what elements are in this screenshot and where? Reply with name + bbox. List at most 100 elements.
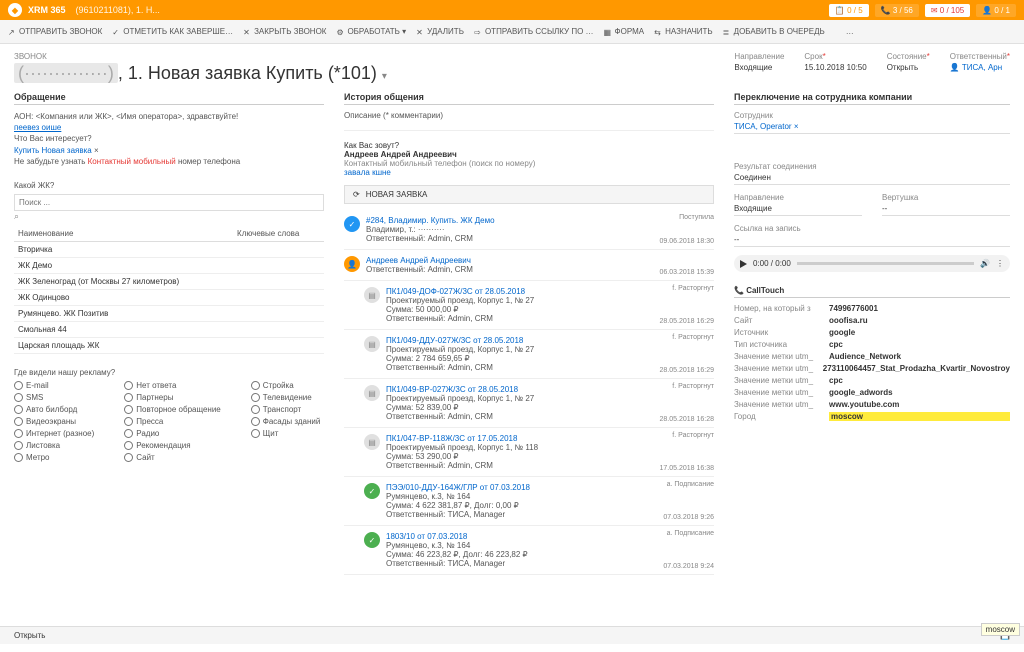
col-name[interactable]: Наименование [14,226,233,242]
direction-field[interactable]: Входящие [734,202,862,216]
cmd-button[interactable]: ✕УДАЛИТЬ [416,27,464,36]
radio-option[interactable]: Авто билборд [14,405,94,414]
feed-item[interactable]: 👤Андреев Андрей АндреевичОтветственный: … [344,250,714,281]
header-stat[interactable]: 👤 0 / 1 [976,4,1016,17]
volume-icon[interactable]: 🔊 [980,259,990,268]
section-transfer: Переключение на сотрудника компании [734,92,1010,105]
radio-option[interactable]: Нет ответа [124,381,221,390]
table-row[interactable]: Вторичка [14,241,324,257]
feed-item[interactable]: ✓#284, Владимир. Купить. ЖК ДемоВладимир… [344,210,714,250]
meta-value[interactable]: 15.10.2018 10:50 [804,63,866,72]
table-row[interactable]: Румянцево. ЖК Позитив [14,305,324,321]
radio-option[interactable]: Пресса [124,417,221,426]
ct-row: Значение метки utm_www.youtube.com [734,400,1010,409]
search-icon[interactable]: ⌕ [14,211,19,221]
ct-row: Сайтooofisa.ru [734,316,1010,325]
col-mid: История общения Описание (* комментарии)… [344,92,714,652]
feed-item[interactable]: ▤ПК1/049-ВР-027Ж/3С от 28.05.2018Проекти… [344,379,714,428]
header-stat[interactable]: 📋 0 / 5 [829,4,869,17]
meta-value[interactable]: Входящие [734,63,784,72]
breadcrumb-tab[interactable]: (9610211081), 1. Н... [76,5,160,15]
audio-player[interactable]: 0:00 / 0:00 🔊 ⋮ [734,255,1010,272]
radio-option[interactable]: Стройка [251,381,321,390]
table-row[interactable]: Царская площадь ЖК [14,337,324,353]
cmd-button[interactable]: ⇆НАЗНАЧИТЬ [654,27,713,36]
new-request-link[interactable]: Купить Новая заявка [14,146,92,155]
radio-option[interactable]: SMS [14,393,94,402]
new-request-tab[interactable]: ⟳ НОВАЯ ЗАЯВКА [344,185,714,204]
record-url-field[interactable]: -- [734,233,1010,247]
col-keywords[interactable]: Ключевые слова [233,226,324,242]
radio-option[interactable]: Телевидение [251,393,321,402]
table-row[interactable]: ЖК Зеленоград (от Москвы 27 километров) [14,273,324,289]
ct-row: Значение метки utm_273110064457_Stat_Pro… [734,364,1010,373]
ct-row: Значение метки utm_cpc [734,376,1010,385]
footer-status: Открыть [14,631,45,640]
feed-item[interactable]: ▤ПК1/049-ДОФ-027Ж/3С от 28.05.2018Проект… [344,281,714,330]
cmd-button[interactable]: ▦ФОРМА [604,27,645,36]
brand: XRM 365 [28,5,66,15]
meta-value[interactable]: Открыть [887,63,930,72]
radio-option[interactable]: E-mail [14,381,94,390]
page-header: ЗВОНОК (··············), 1. Новая заявка… [0,44,1024,92]
table-row[interactable]: ЖК Одинцово [14,289,324,305]
jk-search-input[interactable] [14,194,324,211]
radio-option[interactable]: Партнеры [124,393,221,402]
radio-option[interactable]: Сайт [124,453,221,462]
header-stat[interactable]: ✉ 0 / 105 [925,4,970,17]
cmd-button[interactable]: ⇨ОТПРАВИТЬ ССЫЛКУ ПО … [474,27,594,36]
radio-option[interactable]: Транспорт [251,405,321,414]
cmd-button[interactable]: ≣ДОБАВИТЬ В ОЧЕРЕДЬ [723,27,825,36]
radio-option[interactable]: Фасады зданий [251,417,321,426]
refresh-icon[interactable]: ⟳ [353,190,360,199]
radio-option[interactable]: Метро [14,453,94,462]
play-icon[interactable] [740,260,747,268]
calltouch-header: 📞 CallTouch [734,286,1010,298]
feed-item[interactable]: ✓ПЭЭ/010-ДДУ-164Ж/ГЛР от 07.03.2018Румян… [344,477,714,526]
meta-value[interactable]: 👤 ТИСА, Арн [950,63,1010,72]
jk-table: Наименование Ключевые слова ВторичкаЖК Д… [14,226,324,354]
radio-option[interactable]: Рекомендация [124,441,221,450]
command-bar: ↗ОТПРАВИТЬ ЗВОНОК ✓ОТМЕТИТЬ КАК ЗАВЕРШЕ… ✕… [0,20,1024,44]
cmd-button[interactable]: ⚙ОБРАБОТАТЬ ▾ [336,27,406,36]
feed-item[interactable]: ✓1803/10 от 07.03.2018Румянцево, к.3, № … [344,526,714,575]
ct-row: Значение метки utm_Audience_Network [734,352,1010,361]
ct-row: Городmoscow [734,412,1010,421]
more-icon[interactable]: ⋮ [996,259,1004,268]
vertushka-field[interactable]: -- [882,202,1010,216]
table-row[interactable]: Смольная 44 [14,321,324,337]
radio-option[interactable]: Повторное обращение [124,405,221,414]
ct-row: Значение метки utm_google_adwords [734,388,1010,397]
cmd-button[interactable]: ↗ОТПРАВИТЬ ЗВОНОК [8,27,102,36]
footer: Открыть 💾 [0,626,1024,644]
tooltip: moscow [981,623,1020,636]
ct-row: Номер, на который з74996776001 [734,304,1010,313]
cmd-button[interactable]: … [835,27,854,36]
which-jk-label: Какой ЖК? [14,181,324,190]
script-text: АОН: <Компания или ЖК>, <Имя оператора>,… [14,111,324,167]
chevron-down-icon[interactable]: ▾ [382,71,387,82]
radio-option[interactable]: Листовка [14,441,94,450]
result-field[interactable]: Соединен [734,171,1010,185]
phone-link[interactable]: завала кшне [344,168,391,177]
cmd-button[interactable]: ✓ОТМЕТИТЬ КАК ЗАВЕРШЕ… [112,27,233,36]
radio-option[interactable]: Видеоэкраны [14,417,94,426]
radio-option[interactable]: Интернет (разное) [14,429,94,438]
ct-row: Источникgoogle [734,328,1010,337]
section-appeal: Обращение [14,92,324,105]
col-left: Обращение АОН: <Компания или ЖК>, <Имя о… [14,92,324,652]
header-stat[interactable]: 📞 3 / 56 [875,4,919,17]
employee-link[interactable]: ТИСА, Operator × [734,120,1010,134]
radio-option[interactable]: Щит [251,429,321,438]
cmd-button[interactable]: ✕ЗАКРЫТЬ ЗВОНОК [243,27,326,36]
ad-source-label: Где видели нашу рекламу? [14,368,324,377]
topbar: ◆ XRM 365 (9610211081), 1. Н... 📋 0 / 5📞… [0,0,1024,20]
feed-item[interactable]: ▤ПК1/047-ВР-118Ж/3С от 17.05.2018Проекти… [344,428,714,477]
person-block: Как Вас зовут? Андреев Андрей Андреевич … [344,141,714,177]
radio-option[interactable]: Радио [124,429,221,438]
header-stats: 📋 0 / 5 📞 3 / 56 ✉ 0 / 105 👤 0 / 1 [829,4,1016,17]
ct-row: Тип источникаcpc [734,340,1010,349]
page-title: (··············), 1. Новая заявка Купить… [14,63,734,84]
feed-item[interactable]: ▤ПК1/049-ДДУ-027Ж/3С от 28.05.2018Проект… [344,330,714,379]
table-row[interactable]: ЖК Демо [14,257,324,273]
